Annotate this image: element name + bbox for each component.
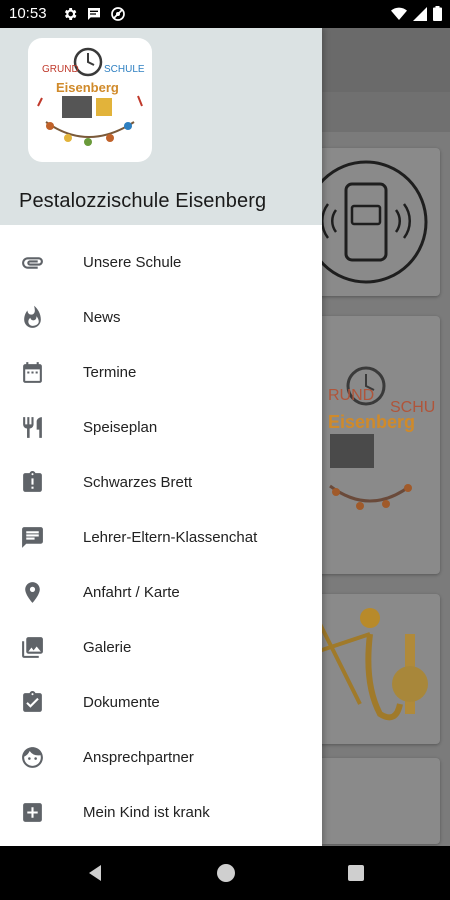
status-bar: 10:53	[0, 0, 450, 28]
wifi-icon	[391, 7, 407, 21]
status-time: 10:53	[9, 5, 47, 22]
gallery-icon	[20, 635, 45, 660]
menu-item-label: Lehrer-Eltern-Klassenchat	[83, 529, 258, 546]
menu-item-label: Galerie	[83, 639, 132, 656]
menu-item-label: Termine	[83, 364, 137, 381]
back-icon[interactable]	[84, 861, 108, 885]
menu-item-label: News	[83, 309, 121, 326]
drawer-title: Pestalozzischule Eisenberg	[19, 190, 267, 212]
menu-item-speiseplan[interactable]: Speiseplan	[0, 400, 322, 455]
drawer-header: GRUND SCHULE Eisenberg Pestalozzischule …	[0, 28, 322, 225]
menu-item-label: Unsere Schule	[83, 254, 182, 271]
menu-item-news[interactable]: News	[0, 290, 322, 345]
menu-item-unsere-schule[interactable]: Unsere Schule	[0, 235, 322, 290]
menu-item-label: Ansprechpartner	[83, 749, 194, 766]
navigation-drawer: GRUND SCHULE Eisenberg Pestalozzischule …	[0, 28, 322, 846]
clipboard-check-icon	[20, 690, 45, 715]
menu-item-termine[interactable]: Termine	[0, 345, 322, 400]
svg-text:Eisenberg: Eisenberg	[328, 412, 415, 432]
recent-apps-icon[interactable]	[344, 861, 368, 885]
menu-item-ansprechpartner[interactable]: Ansprechpartner	[0, 730, 322, 785]
battery-icon	[433, 6, 442, 21]
svg-text:GRUND: GRUND	[42, 64, 79, 75]
menu-item-kind-krank[interactable]: Mein Kind ist krank	[0, 785, 322, 840]
menu-item-label: Mein Kind ist krank	[83, 804, 210, 821]
school-logo: GRUND SCHULE Eisenberg	[28, 38, 152, 162]
medical-cross-icon	[20, 800, 45, 825]
face-icon	[20, 745, 45, 770]
navigation-bar	[0, 846, 450, 900]
menu-item-schwarzes-brett[interactable]: Schwarzes Brett	[0, 455, 322, 510]
menu-item-galerie[interactable]: Galerie	[0, 620, 322, 675]
location-pin-icon	[20, 580, 45, 605]
menu-item-anfahrt[interactable]: Anfahrt / Karte	[0, 565, 322, 620]
message-icon	[86, 6, 102, 22]
gear-icon	[62, 6, 78, 22]
paperclip-icon	[20, 250, 45, 275]
svg-text:RUND: RUND	[328, 387, 374, 404]
menu-item-label: Schwarzes Brett	[83, 474, 193, 491]
menu-item-label: Speiseplan	[83, 419, 158, 436]
menu-item-klassenchat[interactable]: Lehrer-Eltern-Klassenchat	[0, 510, 322, 565]
signal-icon	[413, 6, 427, 21]
calendar-icon	[20, 360, 45, 385]
drawer-menu: Unsere Schule News Termine Speiseplan Sc…	[0, 235, 322, 840]
clipboard-alert-icon	[20, 470, 45, 495]
flame-icon	[20, 305, 45, 330]
menu-item-dokumente[interactable]: Dokumente	[0, 675, 322, 730]
home-icon[interactable]	[214, 861, 238, 885]
menu-item-label: Dokumente	[83, 694, 160, 711]
chat-icon	[20, 525, 45, 550]
svg-text:SCHULE: SCHULE	[104, 64, 145, 75]
svg-text:Eisenberg: Eisenberg	[56, 80, 119, 95]
menu-item-label: Anfahrt / Karte	[83, 584, 180, 601]
no-disturb-icon	[110, 6, 126, 22]
cutlery-icon	[20, 415, 45, 440]
